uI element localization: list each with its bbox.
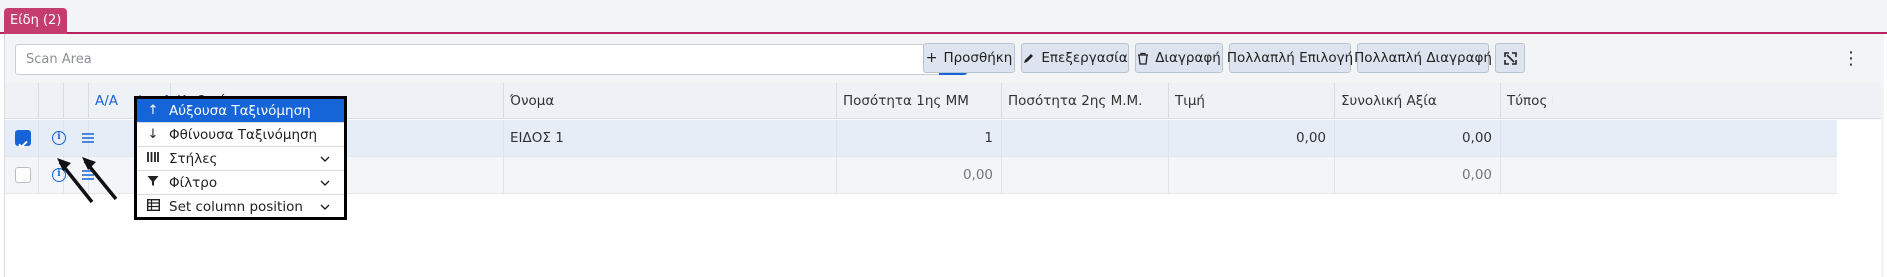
columns-icon	[137, 151, 169, 167]
cell-qty2	[1002, 120, 1169, 157]
cell-qty1: 0,00	[837, 157, 1002, 194]
cell-total: 0,00	[1335, 157, 1501, 194]
chevron-down-icon	[320, 171, 330, 195]
multi-delete-button[interactable]: Πολλαπλή Διαγραφή	[1354, 43, 1492, 73]
trash-icon	[1137, 52, 1149, 65]
cell-price	[1169, 157, 1335, 194]
fullscreen-button[interactable]	[1495, 43, 1525, 73]
filter-icon	[137, 175, 169, 191]
add-label: Προσθήκη	[943, 50, 1013, 66]
cell-price: 0,00	[1169, 120, 1335, 157]
tab-items[interactable]: Είδη (2)	[4, 8, 68, 34]
arrow-up-icon: ↑	[147, 103, 159, 118]
multi-select-button[interactable]: Πολλαπλή Επιλογή	[1226, 43, 1354, 73]
menu-item-columns[interactable]: Στήλες	[137, 147, 344, 171]
header-qty2[interactable]: Ποσότητα 2ης Μ.Μ.	[1002, 83, 1169, 119]
cell-total: 0,00	[1335, 120, 1501, 157]
sort-asc-label: Αύξουσα Ταξινόμηση	[169, 102, 311, 119]
header-total[interactable]: Συνολική Αξία	[1335, 83, 1501, 119]
expand-icon	[1503, 51, 1517, 65]
header-qty1[interactable]: Ποσότητα 1ης ΜΜ	[837, 83, 1002, 119]
arrow-down-icon: ↓	[147, 127, 159, 142]
multi-select-label: Πολλαπλή Επιλογή	[1226, 50, 1354, 66]
edit-label: Επεξεργασία	[1041, 50, 1128, 66]
delete-button[interactable]: Διαγραφή	[1135, 43, 1223, 73]
chevron-down-icon	[320, 147, 330, 171]
header-price[interactable]: Τιμή	[1169, 83, 1335, 119]
tab-strip: Είδη (2)	[0, 0, 1887, 34]
scan-input[interactable]	[16, 45, 936, 74]
plus-icon: +	[925, 50, 938, 66]
delete-label: Διαγραφή	[1155, 50, 1221, 66]
filter-label: Φίλτρο	[169, 174, 218, 191]
add-button[interactable]: + Προσθήκη	[923, 43, 1015, 73]
annotation-arrows	[57, 157, 118, 204]
column-context-menu: ↑ Αύξουσα Ταξινόμηση ↓ Φθίνουσα Ταξινόμη…	[134, 96, 347, 220]
chevron-down-icon	[320, 195, 330, 219]
header-type[interactable]: Τύπος Γρ	[1501, 83, 1553, 119]
sort-desc-label: Φθίνουσα Ταξινόμηση	[169, 126, 318, 143]
menu-item-filter[interactable]: Φίλτρο	[137, 171, 344, 195]
table-icon	[137, 198, 169, 215]
menu-item-sort-asc[interactable]: ↑ Αύξουσα Ταξινόμηση	[137, 99, 344, 123]
cell-type	[1501, 120, 1553, 157]
header-name[interactable]: Όνομα	[504, 83, 837, 119]
menu-item-column-position[interactable]: Set column position	[137, 195, 344, 219]
cell-name	[504, 157, 837, 194]
multi-delete-label: Πολλαπλή Διαγραφή	[1354, 50, 1492, 66]
cell-qty2	[1002, 157, 1169, 194]
more-options-icon[interactable]: ⋮	[1841, 46, 1861, 70]
cell-name: ΕΙΔΟΣ 1	[504, 120, 837, 157]
column-position-label: Set column position	[169, 199, 303, 215]
menu-item-sort-desc[interactable]: ↓ Φθίνουσα Ταξινόμηση	[137, 123, 344, 147]
cell-type	[1501, 157, 1553, 194]
scan-area	[15, 44, 968, 75]
cell-qty1: 1	[837, 120, 1002, 157]
edit-button[interactable]: Επεξεργασία	[1021, 43, 1129, 73]
columns-label: Στήλες	[169, 150, 218, 167]
pencil-icon	[1022, 52, 1035, 65]
